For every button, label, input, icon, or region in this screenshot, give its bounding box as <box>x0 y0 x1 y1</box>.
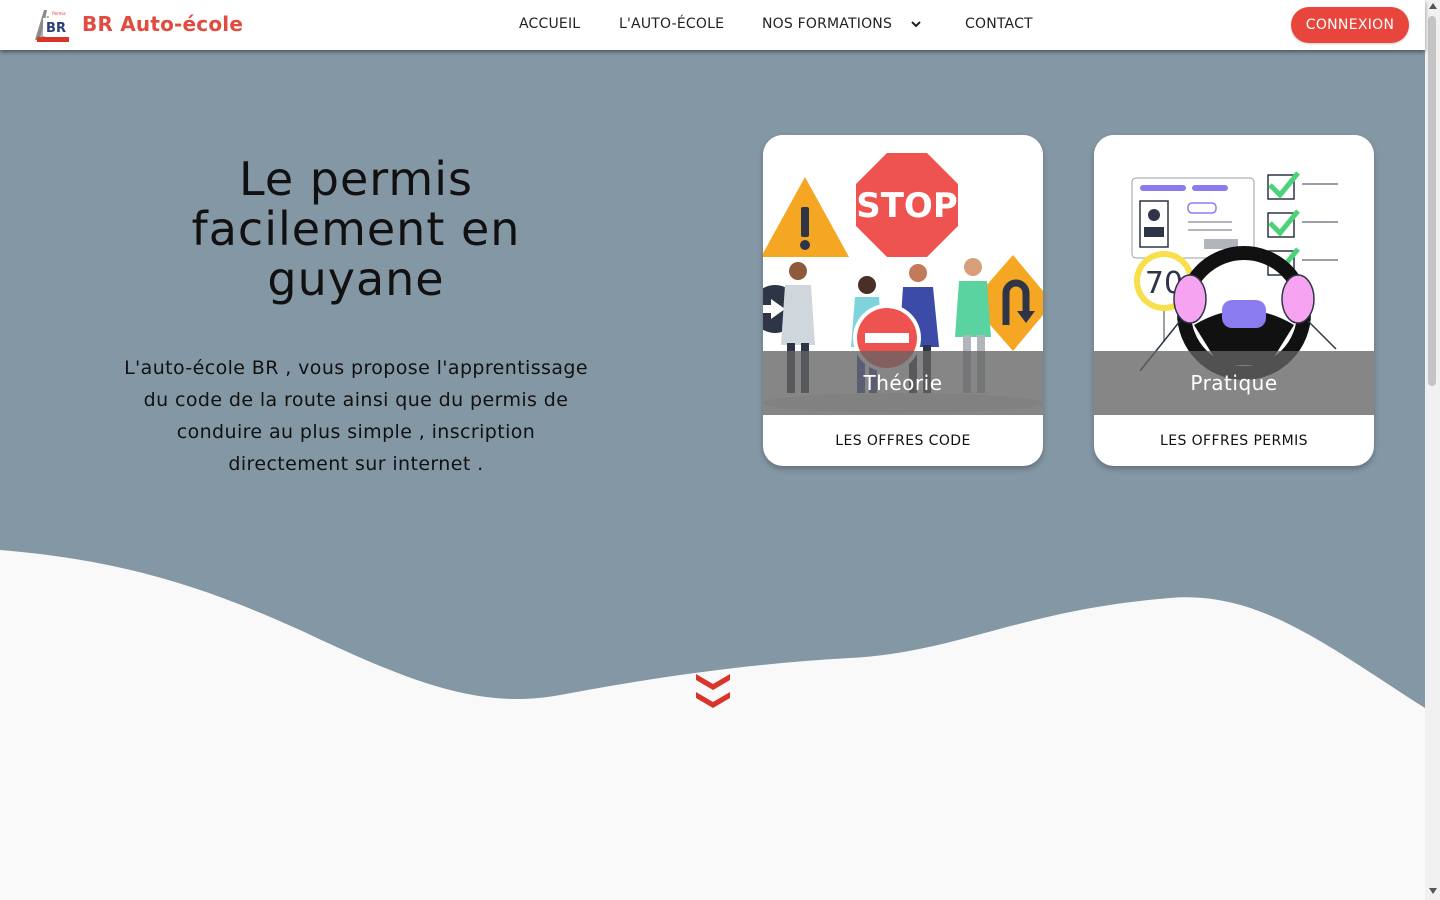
scrollbar-thumb[interactable] <box>1428 16 1436 386</box>
card-pratique[interactable]: 70 Pratique LES OFFRES PERMIS <box>1094 135 1374 466</box>
offers-code-link[interactable]: LES OFFRES CODE <box>763 433 1043 449</box>
scroll-up-arrow-icon[interactable] <box>1429 3 1437 9</box>
nav-formations-label: NOS FORMATIONS <box>762 16 893 32</box>
svg-text:STOP: STOP <box>856 186 958 226</box>
brand-name[interactable]: BR Auto-école <box>82 12 243 36</box>
card-theorie[interactable]: STOP Théorie LES OFFRES CODE <box>763 135 1043 466</box>
top-navbar: BR Permis BR Auto-école ACCUEIL L'AUTO-É… <box>0 0 1425 50</box>
nav-contact[interactable]: CONTACT <box>965 16 1033 32</box>
scroll-down-arrow-icon[interactable] <box>1429 888 1437 894</box>
hero-description: L'auto-école BR , vous propose l'apprent… <box>124 357 588 475</box>
svg-text:BR: BR <box>46 21 66 36</box>
hero-title: Le permis facilement en guyane <box>191 152 521 306</box>
card-caption-theorie: Théorie <box>863 371 943 395</box>
nav-auto-ecole[interactable]: L'AUTO-ÉCOLE <box>619 16 724 32</box>
double-chevron-down-icon[interactable] <box>694 670 732 710</box>
offers-permis-link[interactable]: LES OFFRES PERMIS <box>1094 433 1374 449</box>
card-caption-pratique: Pratique <box>1190 371 1278 395</box>
br-logo-icon[interactable]: BR Permis <box>33 6 71 44</box>
svg-text:Permis: Permis <box>52 11 65 16</box>
login-button[interactable]: CONNEXION <box>1291 7 1409 43</box>
nav-formations-dropdown[interactable]: NOS FORMATIONS <box>762 16 923 32</box>
nav-home[interactable]: ACCUEIL <box>519 16 580 32</box>
chevron-down-icon <box>911 21 921 28</box>
